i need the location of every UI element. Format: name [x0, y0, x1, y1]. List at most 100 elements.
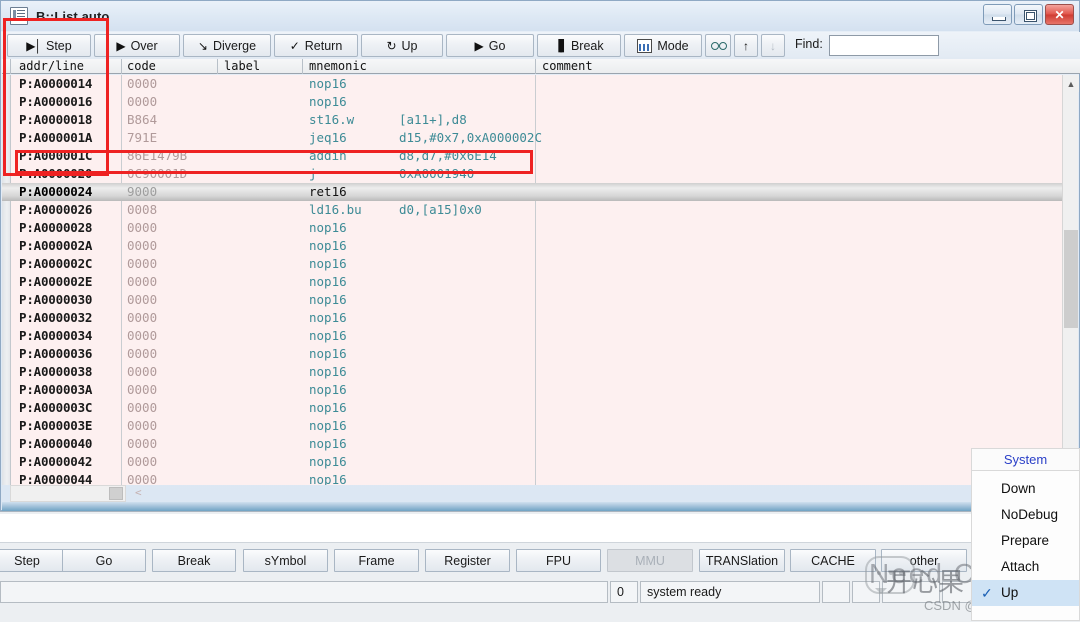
window-bottom-edge [2, 502, 1080, 511]
code-line-address: P:A000003C [19, 400, 93, 415]
code-line-address: P:A0000034 [19, 328, 93, 343]
list-horizontal-scrollbar[interactable] [10, 485, 126, 502]
code-line-address: P:A0000032 [19, 310, 93, 325]
command-button-step[interactable]: Step [0, 549, 68, 572]
vertical-scroll-thumb[interactable] [1064, 230, 1078, 328]
minimize-button[interactable] [983, 4, 1012, 25]
code-line[interactable]: P:A0000026 0008 ld16.bu d0,[a15]0x0 [2, 201, 1064, 219]
command-button-go[interactable]: Go [62, 549, 146, 572]
command-button-break[interactable]: Break [152, 549, 236, 572]
code-line[interactable]: P:A0000028 0000 nop16 [2, 219, 1064, 237]
code-line[interactable]: P:A000002E 0000 nop16 [2, 273, 1064, 291]
context-menu-item-nodebug[interactable]: NoDebug [972, 502, 1079, 528]
context-menu-item-prepare[interactable]: Prepare [972, 528, 1079, 554]
code-line-mnemonic: nop16 [309, 292, 347, 307]
scroll-up-icon[interactable]: ▲ [1063, 75, 1079, 92]
status-field-2: system ready [640, 581, 820, 603]
code-line[interactable]: P:A0000018 B864 st16.w [a11+],d8 [2, 111, 1064, 129]
code-line-mnemonic: nop16 [309, 310, 347, 325]
code-line-address: P:A0000018 [19, 112, 93, 127]
code-line-opcode: 0000 [127, 292, 158, 307]
code-line[interactable]: P:A0000040 0000 nop16 [2, 435, 1064, 453]
code-line-opcode: 0000 [127, 274, 158, 289]
toolbar-button-over[interactable]: Over [94, 34, 180, 57]
code-line[interactable]: P:A0000042 0000 nop16 [2, 453, 1064, 471]
code-line[interactable]: P:A0000036 0000 nop16 [2, 345, 1064, 363]
code-line[interactable]: P:A0000016 0000 nop16 [2, 93, 1064, 111]
command-button-frame[interactable]: Frame [334, 549, 419, 572]
code-line[interactable]: P:A0000034 0000 nop16 [2, 327, 1064, 345]
close-button[interactable]: ✕ [1045, 4, 1074, 25]
column-header-mnemonic[interactable]: mnemonic [309, 59, 367, 74]
command-button-cache[interactable]: CACHE [790, 549, 876, 572]
code-line[interactable]: P:A000003E 0000 nop16 [2, 417, 1064, 435]
code-line-mnemonic: nop16 [309, 76, 347, 91]
command-button-register[interactable]: Register [425, 549, 510, 572]
column-header-code[interactable]: code [127, 59, 156, 74]
code-line[interactable]: P:A000002A 0000 nop16 [2, 237, 1064, 255]
code-line-opcode: 791E [127, 130, 158, 145]
code-line-opcode: 0000 [127, 382, 158, 397]
column-header-label[interactable]: label [224, 59, 260, 74]
code-line-address: P:A0000042 [19, 454, 93, 469]
column-header-comment[interactable]: comment [542, 59, 593, 74]
code-line-address: P:A000002E [19, 274, 93, 289]
command-button-translation[interactable]: TRANSlation [699, 549, 785, 572]
list-vertical-scrollbar[interactable]: ▲ [1062, 75, 1079, 509]
command-button-symbol[interactable]: sYmbol [243, 549, 328, 572]
context-menu-item-down[interactable]: Down [972, 476, 1079, 502]
code-line[interactable]: P:A0000030 0000 nop16 [2, 291, 1064, 309]
code-line-mnemonic: nop16 [309, 400, 347, 415]
code-line[interactable]: P:A0000014 0000 nop16 [2, 75, 1064, 93]
toolbar-button-step[interactable]: Step [7, 34, 91, 57]
code-line[interactable]: P:A0000038 0000 nop16 [2, 363, 1064, 381]
code-line-opcode: 0000 [127, 256, 158, 271]
code-line[interactable]: P:A0000020 0C90001D j 0xA0001940 [2, 165, 1064, 183]
command-button-fpu[interactable]: FPU [516, 549, 601, 572]
toolbar-button-arrow-down: ↓ [761, 34, 785, 57]
code-line[interactable]: P:A0000024 9000 ret16 [2, 183, 1064, 201]
toolbar-button-glasses[interactable] [705, 34, 731, 57]
code-line-opcode: 0000 [127, 76, 158, 91]
toolbar-button-arrow-up[interactable] [734, 34, 758, 57]
code-listing[interactable]: P:A0000014 0000 nop16 P:A0000016 0000 nop16 P:… [2, 75, 1064, 485]
toolbar-button-up[interactable]: Up [361, 34, 443, 57]
toolbar-button-label: Go [488, 38, 506, 53]
code-line-address: P:A0000024 [19, 184, 93, 199]
code-line-opcode: 0000 [127, 400, 158, 415]
code-line[interactable]: P:A0000044 0000 nop16 [2, 471, 1064, 485]
horizontal-scroll-thumb[interactable] [109, 487, 123, 500]
code-line-mnemonic: ret16 [309, 184, 347, 199]
status-field-4 [852, 581, 880, 603]
code-line-address: P:A0000040 [19, 436, 93, 451]
code-line-address: P:A0000014 [19, 76, 93, 91]
title-bar: B::List.auto ✕ [1, 1, 1079, 31]
code-line-address: P:A000003A [19, 382, 93, 397]
code-line-mnemonic: nop16 [309, 94, 347, 109]
toolbar-button-label: Mode [657, 38, 689, 53]
code-line-opcode: 0C90001D [127, 166, 188, 181]
code-line-address: P:A000001C [19, 148, 93, 163]
context-menu-item-attach[interactable]: Attach [972, 554, 1079, 580]
toolbar-button-return[interactable]: Return [274, 34, 358, 57]
code-line[interactable]: P:A000003A 0000 nop16 [2, 381, 1064, 399]
toolbar-button-mode[interactable]: Mode [624, 34, 702, 57]
toolbar-button-break[interactable]: Break [537, 34, 621, 57]
code-line-opcode: 0000 [127, 364, 158, 379]
code-line[interactable]: P:A000003C 0000 nop16 [2, 399, 1064, 417]
toolbar-button-go[interactable]: Go [446, 34, 534, 57]
window-title: B::List.auto [36, 8, 110, 24]
code-line[interactable]: P:A000001A 791E jeq16 d15,#0x7,0xA000002C [2, 129, 1064, 147]
code-line-mnemonic: jeq16 [309, 130, 347, 145]
code-line[interactable]: P:A000001C 86E1479B addih d8,d7,#0x6E14 [2, 147, 1064, 165]
column-header-addr-line[interactable]: addr/line [19, 59, 84, 74]
command-button-bar: Step Go Break sYmbol Frame Register FPU MMU TRAN… [0, 545, 1080, 575]
code-line[interactable]: P:A0000032 0000 nop16 [2, 309, 1064, 327]
toolbar-button-diverge[interactable]: Diverge [183, 34, 271, 57]
maximize-button[interactable] [1014, 4, 1043, 25]
context-menu-item-up[interactable]: Up [972, 580, 1079, 606]
code-line[interactable]: P:A000002C 0000 nop16 [2, 255, 1064, 273]
code-line-mnemonic: nop16 [309, 436, 347, 451]
command-button-other[interactable]: other [881, 549, 967, 572]
find-input[interactable] [829, 35, 939, 56]
